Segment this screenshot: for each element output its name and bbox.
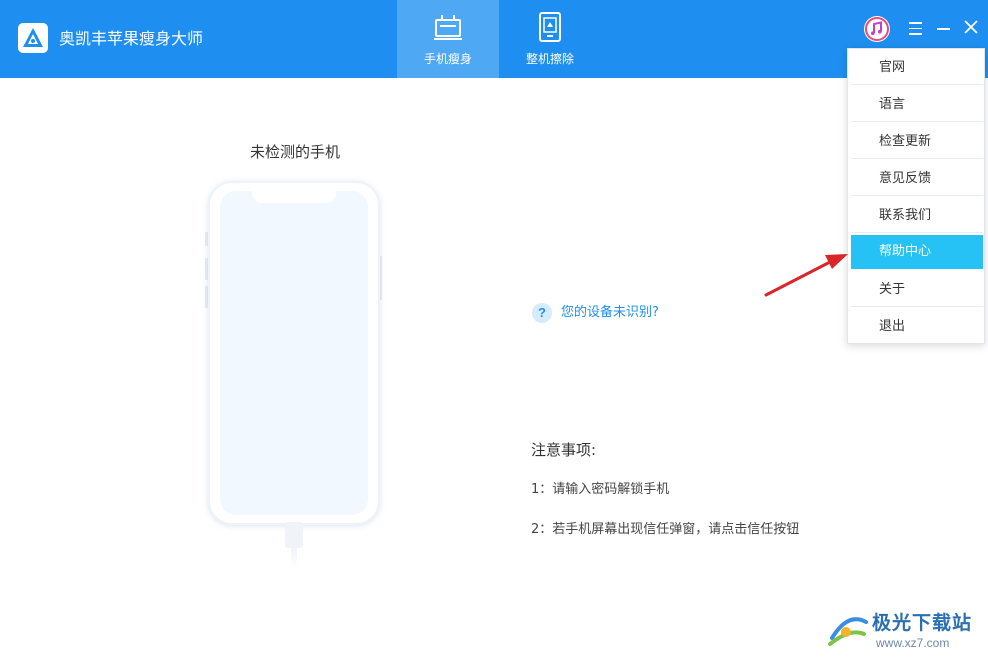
- close-icon[interactable]: [964, 20, 978, 34]
- menu-item-feedback[interactable]: 意见反馈: [851, 162, 983, 196]
- phone-erase-icon: [539, 12, 561, 42]
- watermark: 极光下载站 www.xz7.com: [826, 606, 986, 656]
- phone-illustration: [208, 181, 380, 525]
- menu-icon[interactable]: [909, 22, 922, 35]
- app-title: 奥凯丰苹果瘦身大师: [59, 29, 204, 48]
- phone-screen: [220, 191, 368, 515]
- question-icon: ?: [532, 303, 552, 323]
- help-link-text: 您的设备未识别?: [561, 305, 659, 320]
- cable-connector: [285, 522, 303, 548]
- menu-item-contact-us[interactable]: 联系我们: [851, 199, 983, 233]
- notes-title: 注意事项:: [531, 441, 597, 459]
- watermark-url: www.xz7.com: [876, 636, 950, 650]
- menu-item-check-update[interactable]: 检查更新: [851, 125, 983, 159]
- note-item: 2：若手机屏幕出现信任弹窗，请点击信任按钮: [531, 522, 800, 537]
- broom-screen-icon: [434, 15, 462, 40]
- menu-item-official-site[interactable]: 官网: [851, 51, 983, 85]
- tab-full-erase[interactable]: 整机擦除: [499, 0, 601, 78]
- phone-notch: [252, 189, 336, 203]
- cable: [291, 548, 297, 570]
- menu-item-about[interactable]: 关于: [851, 273, 983, 307]
- menu-item-help-center[interactable]: 帮助中心: [851, 235, 983, 269]
- title-bar: 奥凯丰苹果瘦身大师 手机瘦身 整机擦除: [0, 0, 988, 78]
- red-arrow-annotation: [764, 254, 848, 297]
- main-menu-dropdown: 官网 语言 检查更新 意见反馈 联系我们 帮助中心 关于 退出: [847, 48, 985, 344]
- note-item: 1：请输入密码解锁手机: [531, 482, 670, 497]
- menu-item-exit[interactable]: 退出: [851, 310, 983, 344]
- menu-item-language[interactable]: 语言: [851, 88, 983, 122]
- watermark-text: 极光下载站: [872, 612, 973, 634]
- minimize-icon[interactable]: [937, 28, 950, 30]
- tab-label: 整机擦除: [525, 52, 574, 66]
- itunes-icon[interactable]: [864, 16, 890, 42]
- watermark-logo-icon: [828, 617, 868, 646]
- app-logo-icon: [18, 23, 48, 53]
- tab-phone-slim[interactable]: 手机瘦身: [397, 0, 499, 78]
- tab-label: 手机瘦身: [423, 52, 472, 66]
- device-status-title: 未检测的手机: [249, 143, 340, 161]
